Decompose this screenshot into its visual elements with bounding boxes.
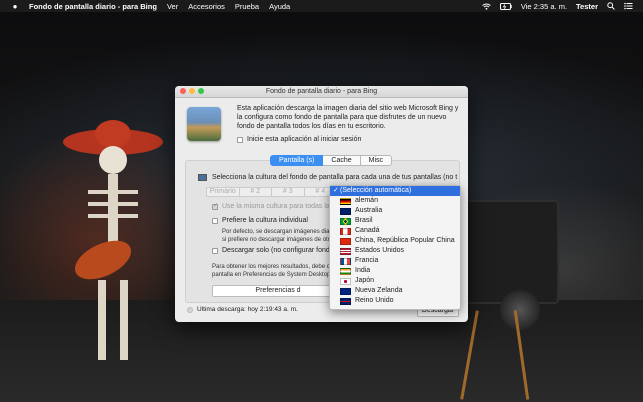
download-only-option[interactable]: Descargar solo (no configurar fondo	[212, 247, 334, 254]
last-download-label: Ultima descarga: hoy 2:19:43 a. m.	[197, 306, 298, 313]
canada-flag-icon	[340, 227, 351, 235]
menubar-user[interactable]: Tester	[576, 2, 598, 11]
status-area: Vie 2:35 a. m. Tester	[482, 2, 633, 11]
checkmark-icon: ✓	[333, 187, 339, 194]
dropdown-item-label: Brasil	[355, 217, 373, 224]
individual-culture-option[interactable]: Prefiere la cultura individual	[212, 217, 308, 224]
dropdown-item-brazil[interactable]: Brasil	[330, 216, 460, 226]
australia-flag-icon	[340, 207, 351, 215]
india-flag-icon	[340, 267, 351, 275]
germany-flag-icon	[340, 197, 351, 205]
dropdown-item-china[interactable]: China, República Popular China	[330, 236, 460, 246]
screen-2[interactable]: # 2	[240, 188, 272, 196]
zoom-button[interactable]	[198, 88, 204, 94]
screen-primary[interactable]: Primario	[207, 188, 240, 196]
dropdown-item-label: Canadá	[355, 227, 380, 234]
wallpaper-camera	[460, 200, 559, 304]
dropdown-item-label: Estados Unidos	[355, 247, 405, 254]
new-zealand-flag-icon	[340, 287, 351, 295]
tip-line-2: pantalla en Preferencias de System Deskt…	[212, 272, 331, 278]
tab-bar: Pantalla (s) Cache Misc	[270, 155, 393, 166]
individual-culture-label: Prefiere la cultura individual	[222, 217, 308, 224]
individual-note-line-2: si prefiere no descargar imágenes de otr	[222, 237, 330, 243]
dropdown-item-label: Japón	[355, 277, 375, 284]
battery-icon[interactable]	[499, 2, 512, 10]
tab-pantallas[interactable]: Pantalla (s)	[270, 155, 324, 166]
window-title: Fondo de pantalla diario - para Bing	[265, 88, 378, 95]
window-controls	[180, 88, 204, 94]
wallpaper-camera-lens	[500, 290, 540, 330]
dropdown-item-uk[interactable]: Reino Unido	[330, 296, 460, 306]
menu-accesorios[interactable]: Accesorios	[188, 2, 225, 11]
culture-row: Selecciona la cultura del fondo de panta…	[198, 174, 457, 181]
same-culture-label: Use la misma cultura para todas las	[222, 203, 334, 210]
menubar-clock[interactable]: Vie 2:35 a. m.	[521, 2, 567, 11]
download-only-checkbox[interactable]	[212, 247, 218, 254]
dropdown-item-auto[interactable]: ✓ (Selección automática)	[330, 186, 460, 196]
brazil-flag-icon	[340, 217, 351, 225]
menu-bar: ● Fondo de pantalla diario - para Bing V…	[0, 0, 643, 12]
dropdown-item-india[interactable]: India	[330, 266, 460, 276]
monitor-icon	[198, 174, 207, 181]
china-flag-icon	[340, 237, 351, 245]
menu-prueba[interactable]: Prueba	[235, 2, 259, 11]
dropdown-item-australia[interactable]: Australia	[330, 206, 460, 216]
same-culture-checkbox[interactable]	[212, 202, 218, 210]
tip-line-1: Para obtener los mejores resultados, deb…	[212, 264, 330, 270]
app-menu[interactable]: Fondo de pantalla diario - para Bing	[29, 2, 157, 11]
culture-dropdown-menu: ✓ (Selección automática) alemán Australi…	[329, 185, 461, 310]
status-indicator	[187, 306, 193, 313]
dropdown-item-germany[interactable]: alemán	[330, 196, 460, 206]
app-description: Esta aplicación descarga la imagen diari…	[237, 105, 459, 130]
notification-center-icon[interactable]	[624, 2, 633, 10]
dropdown-item-france[interactable]: Francia	[330, 256, 460, 266]
dropdown-item-new-zealand[interactable]: Nueva Zelanda	[330, 286, 460, 296]
tab-cache[interactable]: Cache	[323, 155, 361, 166]
dropdown-item-label: (Selección automática)	[340, 187, 412, 194]
dropdown-item-label: China, República Popular China	[355, 237, 455, 244]
apple-menu-icon[interactable]: ●	[10, 2, 20, 11]
tab-misc[interactable]: Misc	[360, 155, 393, 166]
individual-culture-checkbox[interactable]	[212, 217, 218, 224]
minimize-button[interactable]	[189, 88, 195, 94]
dropdown-item-label: Nueva Zelanda	[355, 287, 403, 294]
screen-selector: Primario # 2 # 3 # 4	[206, 187, 338, 197]
system-preferences-button[interactable]: Preferencias d	[212, 285, 344, 297]
download-only-label: Descargar solo (no configurar fondo	[222, 247, 334, 254]
dropdown-item-canada[interactable]: Canadá	[330, 226, 460, 236]
wifi-icon[interactable]	[482, 3, 491, 10]
culture-label: Selecciona la cultura del fondo de panta…	[212, 174, 458, 181]
dropdown-item-japan[interactable]: Japón	[330, 276, 460, 286]
screen-3[interactable]: # 3	[272, 188, 305, 196]
spotlight-search-icon[interactable]	[607, 2, 615, 10]
dropdown-item-label: Australia	[355, 207, 383, 214]
france-flag-icon	[340, 257, 351, 265]
startup-checkbox[interactable]	[237, 136, 243, 143]
individual-note-line-1: Por defecto, se descargan imágenes diar	[222, 229, 332, 235]
dropdown-item-usa[interactable]: Estados Unidos	[330, 246, 460, 256]
close-button[interactable]	[180, 88, 186, 94]
app-icon	[187, 107, 221, 141]
dropdown-item-label: Reino Unido	[355, 297, 394, 304]
japan-flag-icon	[340, 277, 351, 285]
dropdown-item-label: alemán	[355, 197, 378, 204]
last-download-status: Ultima descarga: hoy 2:19:43 a. m.	[187, 306, 298, 313]
window-titlebar[interactable]: Fondo de pantalla diario - para Bing	[175, 86, 468, 98]
startup-label: Inicie esta aplicación al iniciar sesión	[247, 136, 362, 143]
dropdown-item-label: Francia	[355, 257, 379, 264]
startup-option[interactable]: Inicie esta aplicación al iniciar sesión	[237, 136, 361, 143]
same-culture-option[interactable]: Use la misma cultura para todas las	[212, 202, 334, 210]
usa-flag-icon	[340, 247, 351, 255]
wallpaper-skeleton-figure	[63, 120, 163, 360]
dropdown-item-label: India	[355, 267, 371, 274]
menu-ayuda[interactable]: Ayuda	[269, 2, 290, 11]
menu-ver[interactable]: Ver	[167, 2, 178, 11]
uk-flag-icon	[340, 297, 351, 305]
